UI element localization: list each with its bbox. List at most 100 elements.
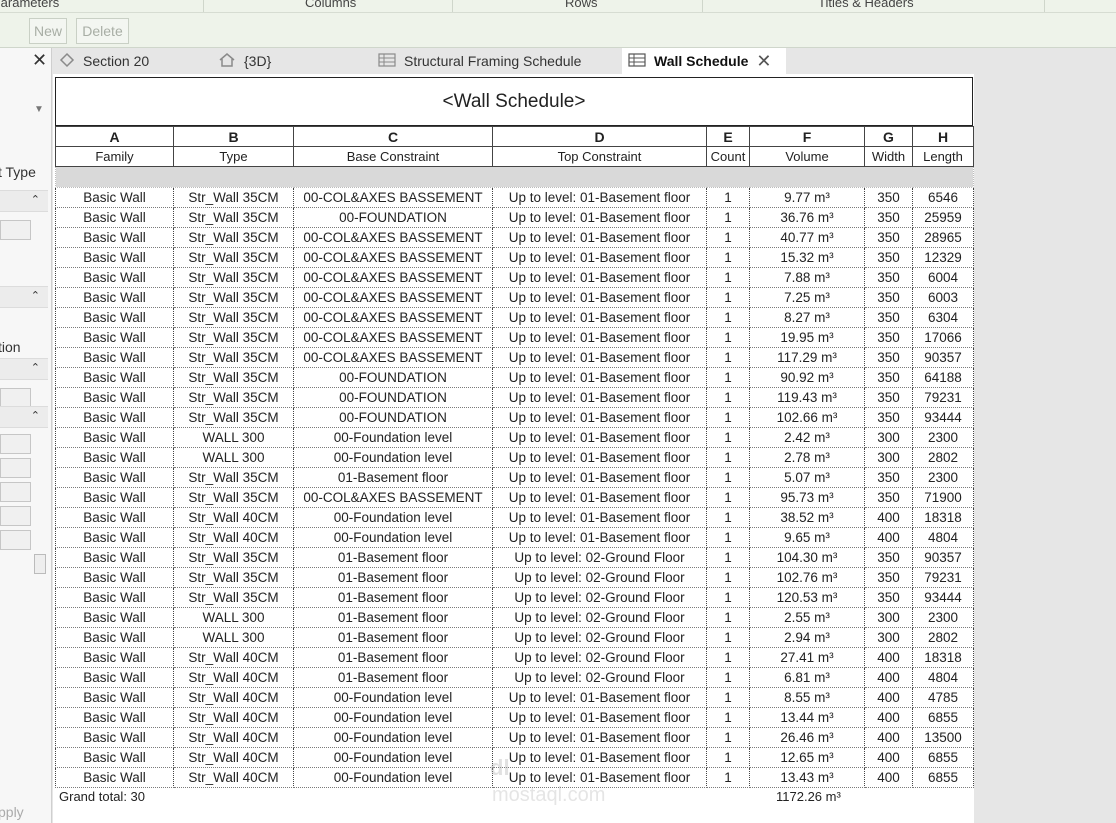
table-cell[interactable]: 300 [864, 607, 913, 628]
apply-button[interactable]: pply [0, 804, 24, 820]
table-row[interactable]: Basic Wall Str_Wall 35CM 01-Basement floor… [55, 547, 974, 568]
table-cell[interactable]: 1 [706, 387, 750, 408]
table-cell[interactable]: Up to level: 01-Basement floor [492, 427, 707, 448]
table-cell[interactable]: 300 [864, 427, 913, 448]
table-row[interactable]: Basic Wall Str_Wall 35CM 00-FOUNDATION Up t… [55, 367, 974, 388]
table-cell[interactable]: 90.92 m³ [749, 367, 865, 388]
table-cell[interactable]: Str_Wall 40CM [173, 647, 294, 668]
table-cell[interactable]: Basic Wall [55, 347, 174, 368]
table-cell[interactable]: 5.07 m³ [749, 467, 865, 488]
table-cell[interactable]: 120.53 m³ [749, 587, 865, 608]
table-cell[interactable]: Basic Wall [55, 587, 174, 608]
table-cell[interactable]: Up to level: 01-Basement floor [492, 447, 707, 468]
table-cell[interactable]: Basic Wall [55, 367, 174, 388]
table-cell[interactable]: Str_Wall 40CM [173, 687, 294, 708]
table-row[interactable]: Basic Wall Str_Wall 35CM 00-FOUNDATION Up t… [55, 207, 974, 228]
table-row[interactable]: Basic Wall Str_Wall 40CM 00-Foundation lev… [55, 687, 974, 708]
table-cell[interactable]: Up to level: 01-Basement floor [492, 367, 707, 388]
table-cell[interactable]: 90357 [912, 547, 974, 568]
table-cell[interactable]: 01-Basement floor [293, 647, 493, 668]
table-cell[interactable]: Up to level: 02-Ground Floor [492, 647, 707, 668]
table-cell[interactable]: 8.27 m³ [749, 307, 865, 328]
table-cell[interactable]: Up to level: 01-Basement floor [492, 527, 707, 548]
table-cell[interactable]: Str_Wall 40CM [173, 727, 294, 748]
table-cell[interactable]: Up to level: 02-Ground Floor [492, 627, 707, 648]
table-cell[interactable]: Up to level: 01-Basement floor [492, 747, 707, 768]
table-cell[interactable]: 350 [864, 487, 913, 508]
table-cell[interactable]: 79231 [912, 387, 974, 408]
table-cell[interactable]: 2.55 m³ [749, 607, 865, 628]
table-row[interactable]: Basic Wall Str_Wall 40CM 00-Foundation lev… [55, 707, 974, 728]
table-cell[interactable]: 1 [706, 527, 750, 548]
property-group-header[interactable]: ⌃ [0, 358, 48, 380]
table-cell[interactable]: 1 [706, 447, 750, 468]
table-cell[interactable]: Basic Wall [55, 527, 174, 548]
table-cell[interactable]: 102.66 m³ [749, 407, 865, 428]
table-cell[interactable]: Basic Wall [55, 287, 174, 308]
table-cell[interactable]: 1 [706, 187, 750, 208]
table-cell[interactable]: 00-FOUNDATION [293, 407, 493, 428]
chevron-down-icon[interactable]: ▼ [34, 104, 44, 115]
property-field[interactable] [0, 434, 31, 454]
table-cell[interactable]: 400 [864, 647, 913, 668]
table-cell[interactable]: Basic Wall [55, 707, 174, 728]
table-row[interactable]: Basic Wall Str_Wall 40CM 00-Foundation lev… [55, 747, 974, 768]
table-cell[interactable]: Up to level: 01-Basement floor [492, 407, 707, 428]
table-cell[interactable]: 12.65 m³ [749, 747, 865, 768]
tab-3d[interactable]: {3D} [218, 48, 368, 74]
table-cell[interactable]: 350 [864, 287, 913, 308]
table-cell[interactable]: 79231 [912, 567, 974, 588]
table-cell[interactable]: Str_Wall 35CM [173, 347, 294, 368]
table-cell[interactable]: Basic Wall [55, 747, 174, 768]
table-row[interactable]: Basic Wall Str_Wall 35CM 00-COL&AXES BASSE… [55, 267, 974, 288]
table-cell[interactable]: Up to level: 01-Basement floor [492, 327, 707, 348]
table-cell[interactable]: 00-COL&AXES BASSEMENT [293, 347, 493, 368]
column-header[interactable]: Base Constraint [293, 146, 493, 167]
column-letter[interactable]: B [173, 126, 294, 147]
table-row[interactable]: Basic Wall Str_Wall 35CM 00-COL&AXES BASSE… [55, 287, 974, 308]
table-cell[interactable]: 1 [706, 727, 750, 748]
table-cell[interactable]: Basic Wall [55, 547, 174, 568]
table-cell[interactable]: 400 [864, 767, 913, 788]
column-header[interactable]: Length [912, 146, 974, 167]
table-cell[interactable]: 2300 [912, 427, 974, 448]
table-cell[interactable]: 00-COL&AXES BASSEMENT [293, 267, 493, 288]
table-cell[interactable]: 00-Foundation level [293, 447, 493, 468]
table-cell[interactable]: 00-Foundation level [293, 527, 493, 548]
table-row[interactable]: Basic Wall Str_Wall 35CM 00-COL&AXES BASSE… [55, 327, 974, 348]
table-cell[interactable]: 00-COL&AXES BASSEMENT [293, 287, 493, 308]
table-cell[interactable]: 6855 [912, 747, 974, 768]
property-field[interactable] [0, 388, 31, 408]
table-cell[interactable]: Str_Wall 35CM [173, 287, 294, 308]
table-cell[interactable]: Basic Wall [55, 307, 174, 328]
table-cell[interactable]: Str_Wall 40CM [173, 507, 294, 528]
table-cell[interactable]: Up to level: 01-Basement floor [492, 207, 707, 228]
table-cell[interactable]: Basic Wall [55, 187, 174, 208]
table-cell[interactable]: Str_Wall 40CM [173, 747, 294, 768]
table-cell[interactable]: 01-Basement floor [293, 467, 493, 488]
table-cell[interactable]: Basic Wall [55, 427, 174, 448]
table-cell[interactable]: Up to level: 01-Basement floor [492, 467, 707, 488]
table-row[interactable]: Basic Wall Str_Wall 35CM 00-FOUNDATION Up t… [55, 407, 974, 428]
table-cell[interactable]: 13.43 m³ [749, 767, 865, 788]
table-cell[interactable]: 350 [864, 407, 913, 428]
table-cell[interactable]: 38.52 m³ [749, 507, 865, 528]
table-cell[interactable]: Str_Wall 35CM [173, 227, 294, 248]
table-row[interactable]: Basic Wall Str_Wall 35CM 00-COL&AXES BASSE… [55, 247, 974, 268]
table-row[interactable]: Basic Wall WALL 300 00-Foundation level Up … [55, 427, 974, 448]
table-row[interactable]: Basic Wall Str_Wall 40CM 00-Foundation lev… [55, 507, 974, 528]
table-cell[interactable]: 71900 [912, 487, 974, 508]
table-cell[interactable]: 2802 [912, 447, 974, 468]
table-cell[interactable]: Basic Wall [55, 247, 174, 268]
table-cell[interactable]: Up to level: 01-Basement floor [492, 307, 707, 328]
table-cell[interactable]: 400 [864, 727, 913, 748]
table-cell[interactable]: 2.78 m³ [749, 447, 865, 468]
property-group-header[interactable]: ⌃ [0, 286, 48, 308]
table-cell[interactable]: Up to level: 02-Ground Floor [492, 587, 707, 608]
table-row[interactable]: Basic Wall Str_Wall 35CM 00-COL&AXES BASSE… [55, 487, 974, 508]
table-cell[interactable]: 1 [706, 607, 750, 628]
table-cell[interactable]: 1 [706, 647, 750, 668]
table-cell[interactable]: Basic Wall [55, 647, 174, 668]
table-cell[interactable]: Str_Wall 40CM [173, 767, 294, 788]
table-cell[interactable]: 1 [706, 567, 750, 588]
